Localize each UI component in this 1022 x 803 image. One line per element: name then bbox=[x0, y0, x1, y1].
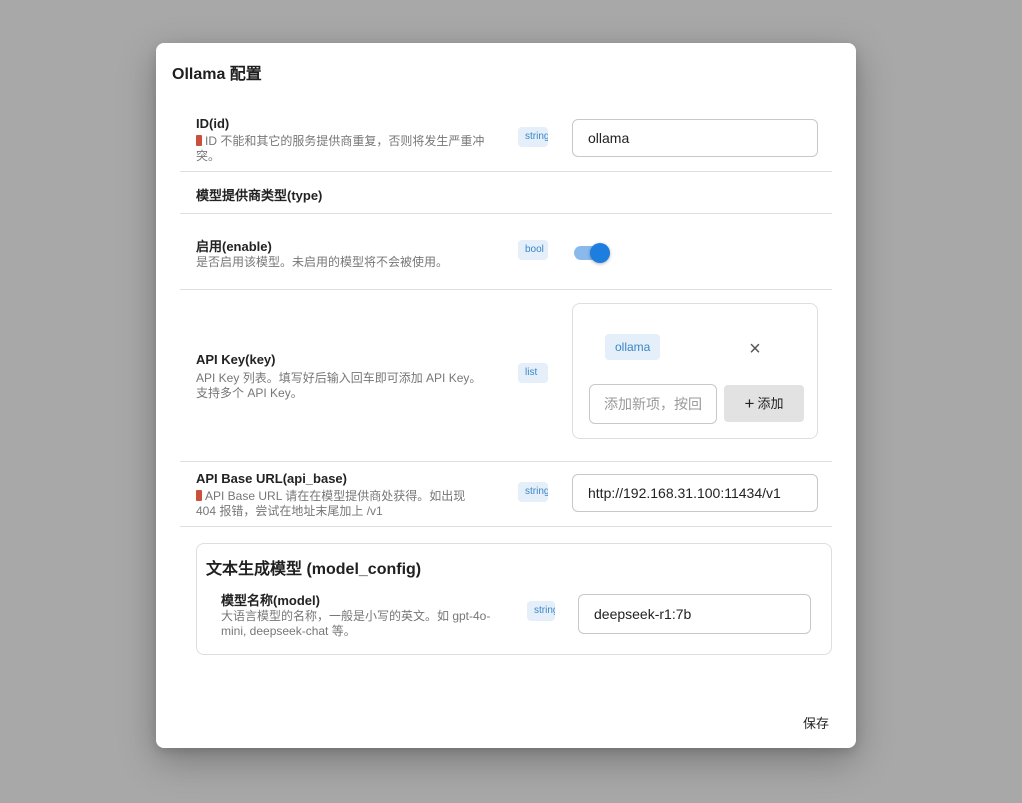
type-badge-list: list bbox=[518, 363, 548, 383]
field-hint-key: API Key 列表。填写好后输入回车即可添加 API Key。支持多个 API… bbox=[196, 371, 482, 400]
plus-icon: + bbox=[744, 394, 755, 413]
field-label-api-base: API Base URL(api_base) bbox=[196, 471, 347, 486]
field-label-id: ID(id) bbox=[196, 116, 230, 131]
warning-icon bbox=[196, 135, 202, 146]
add-button-label: 添加 bbox=[757, 396, 784, 411]
config-dialog: Ollama 配置 ID(id) ID 不能和其它的服务提供商重复，否则将发生严… bbox=[156, 43, 856, 748]
field-row-key: API Key(key) API Key 列表。填写好后输入回车即可添加 API… bbox=[180, 290, 832, 462]
field-row-enable: 启用(enable) 是否启用该模型。未启用的模型将不会被使用。 bool bbox=[180, 214, 832, 290]
toggle-thumb[interactable] bbox=[590, 243, 610, 263]
type-badge-string: string bbox=[518, 127, 548, 147]
field-row-type: 模型提供商类型(type) bbox=[180, 172, 832, 214]
enable-toggle[interactable] bbox=[574, 243, 610, 263]
field-hint-api-base: API Base URL 请在在模型提供商处获得。如出现 404 报错，尝试在地… bbox=[196, 489, 488, 519]
field-hint-model: 大语言模型的名称，一般是小写的英文。如 gpt-4o-mini, deepsee… bbox=[221, 609, 491, 638]
field-hint-enable: 是否启用该模型。未启用的模型将不会被使用。 bbox=[196, 255, 449, 269]
id-input[interactable] bbox=[572, 119, 818, 157]
field-row-api-base: API Base URL(api_base) API Base URL 请在在模… bbox=[180, 462, 832, 527]
type-badge-bool: bool bbox=[518, 240, 548, 260]
api-key-list: ollama × +添加 bbox=[572, 303, 818, 439]
dialog-title: Ollama 配置 bbox=[172, 66, 262, 83]
field-hint-id-text: ID 不能和其它的服务提供商重复，否则将发生严重冲突。 bbox=[196, 134, 485, 163]
warning-icon bbox=[196, 490, 202, 501]
field-hint-api-base-text: API Base URL 请在在模型提供商处获得。如出现 404 报错，尝试在地… bbox=[196, 489, 466, 518]
field-hint-id: ID 不能和其它的服务提供商重复，否则将发生严重冲突。 bbox=[196, 134, 488, 164]
new-item-input[interactable] bbox=[589, 384, 717, 424]
field-label-enable: 启用(enable) bbox=[196, 239, 272, 254]
type-badge-string: string bbox=[527, 601, 555, 621]
model-input[interactable] bbox=[578, 594, 811, 634]
field-label-model: 模型名称(model) bbox=[221, 593, 320, 608]
add-button[interactable]: + 添加 bbox=[724, 385, 804, 422]
model-config-title: 文本生成模型 (model_config) bbox=[206, 561, 422, 578]
field-label-type: 模型提供商类型(type) bbox=[196, 188, 323, 203]
field-row-id: ID(id) ID 不能和其它的服务提供商重复，否则将发生严重冲突。 strin… bbox=[180, 107, 832, 172]
type-badge-string: string bbox=[518, 482, 548, 502]
model-config-card: 文本生成模型 (model_config) 模型名称(model) 大语言模型的… bbox=[196, 543, 832, 655]
field-label-key: API Key(key) bbox=[196, 352, 276, 367]
save-button[interactable]: 保存 bbox=[796, 711, 836, 733]
remove-icon[interactable]: × bbox=[745, 339, 765, 360]
api-key-chip: ollama bbox=[605, 334, 661, 360]
api-base-input[interactable] bbox=[572, 474, 818, 512]
